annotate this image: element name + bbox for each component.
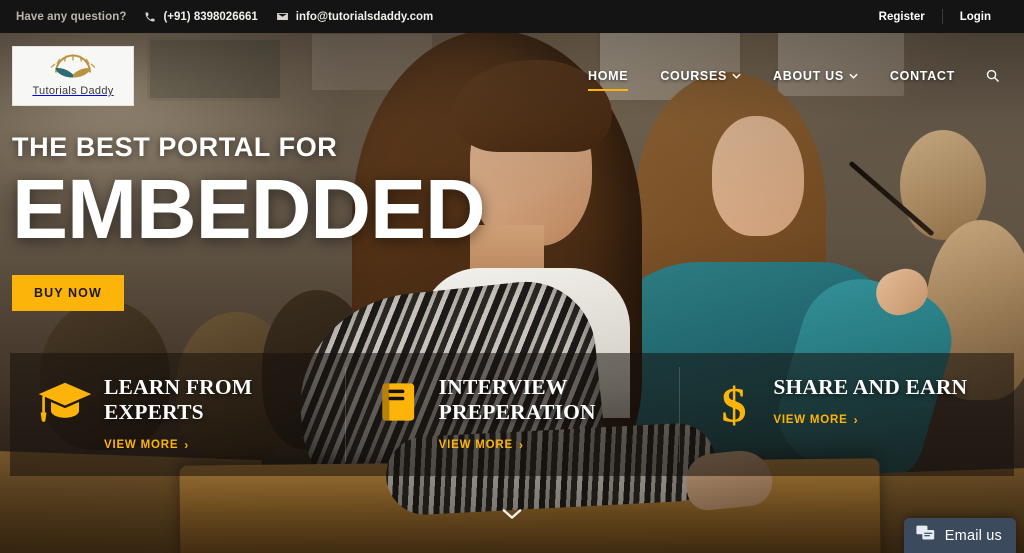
main-navigation: HOME COURSES ABOUT US CONTACT: [572, 42, 1010, 109]
nav-item-home[interactable]: HOME: [572, 43, 644, 109]
buy-now-button[interactable]: BUY NOW: [12, 274, 124, 311]
feature-card-interview-preperation[interactable]: INTERVIEW PREPERATION VIEW MORE ›: [344, 353, 680, 476]
feature-card-learn-from-experts[interactable]: LEARN FROM EXPERTS VIEW MORE ›: [10, 353, 345, 476]
feature-bar: LEARN FROM EXPERTS VIEW MORE › INTERVIEW…: [10, 353, 1014, 476]
chevron-right-icon: ›: [518, 437, 524, 452]
top-info-bar: Have any question? (+91) 8398026661 info…: [0, 0, 1024, 33]
scroll-down-chevron-icon[interactable]: [502, 507, 522, 525]
view-more-link[interactable]: VIEW MORE ›: [773, 413, 858, 427]
nav-label-courses: COURSES: [660, 68, 728, 83]
feature-body: INTERVIEW PREPERATION VIEW MORE ›: [433, 375, 664, 453]
chevron-right-icon: ›: [853, 412, 859, 427]
login-link[interactable]: Login: [943, 11, 1008, 23]
envelope-icon: [276, 10, 289, 23]
chat-bubbles-icon: [916, 525, 935, 547]
search-icon[interactable]: [971, 42, 1010, 109]
site-logo[interactable]: Tutorials Daddy: [12, 45, 134, 106]
chevron-down-icon: [732, 71, 741, 81]
feature-title: SHARE AND EARN: [773, 375, 968, 399]
nav-item-about-us[interactable]: ABOUT US: [757, 43, 874, 109]
phone-number: (+91) 8398026661: [163, 10, 258, 23]
feature-body: LEARN FROM EXPERTS VIEW MORE ›: [98, 375, 329, 453]
feature-body: SHARE AND EARN VIEW MORE ›: [767, 375, 967, 428]
nav-label-contact: CONTACT: [889, 68, 955, 83]
nav-item-contact[interactable]: CONTACT: [874, 43, 971, 109]
feature-title: INTERVIEW PREPERATION: [438, 375, 596, 424]
page-root: Have any question? (+91) 8398026661 info…: [0, 0, 1024, 553]
nav-item-courses[interactable]: COURSES: [644, 43, 757, 109]
register-link[interactable]: Register: [862, 11, 942, 23]
email-address: info@tutorialsdaddy.com: [295, 10, 434, 23]
email-us-widget[interactable]: Email us: [903, 518, 1016, 553]
view-more-label: VIEW MORE: [438, 438, 513, 451]
nav-label-about-us: ABOUT US: [773, 68, 844, 83]
phone-contact[interactable]: (+91) 8398026661: [144, 10, 258, 23]
nav-label-home: HOME: [588, 68, 629, 83]
book-icon: [367, 375, 433, 425]
svg-text:$: $: [722, 379, 747, 429]
logo-wordmark: Tutorials Daddy: [32, 85, 114, 97]
hero-title: EMBEDDED: [12, 162, 486, 256]
dollar-sign-icon: $: [701, 375, 767, 429]
sunrise-book-logo-icon: [42, 54, 104, 84]
view-more-label: VIEW MORE: [104, 438, 179, 451]
topbar-contact-group: Have any question? (+91) 8398026661 info…: [16, 10, 433, 23]
site-header: Tutorials Daddy HOME COURSES ABOUT US CO…: [0, 33, 1024, 118]
hero-content: THE BEST PORTAL FOR EMBEDDED BUY NOW: [12, 132, 486, 311]
view-more-link[interactable]: VIEW MORE ›: [439, 438, 524, 452]
phone-icon: [144, 11, 156, 23]
feature-title: LEARN FROM EXPERTS: [104, 375, 253, 424]
topbar-account-group: Register Login: [862, 9, 1008, 24]
chevron-right-icon: ›: [184, 437, 190, 452]
email-contact[interactable]: info@tutorialsdaddy.com: [276, 10, 434, 23]
question-label: Have any question?: [16, 10, 127, 23]
hero-subtitle: THE BEST PORTAL FOR: [12, 132, 338, 162]
graduation-cap-icon: [32, 375, 98, 425]
email-us-label: Email us: [944, 527, 1002, 544]
view-more-link[interactable]: VIEW MORE ›: [104, 438, 189, 452]
view-more-label: VIEW MORE: [773, 413, 848, 426]
feature-card-share-and-earn[interactable]: $ SHARE AND EARN VIEW MORE ›: [679, 353, 1014, 476]
chevron-down-icon: [849, 71, 858, 81]
